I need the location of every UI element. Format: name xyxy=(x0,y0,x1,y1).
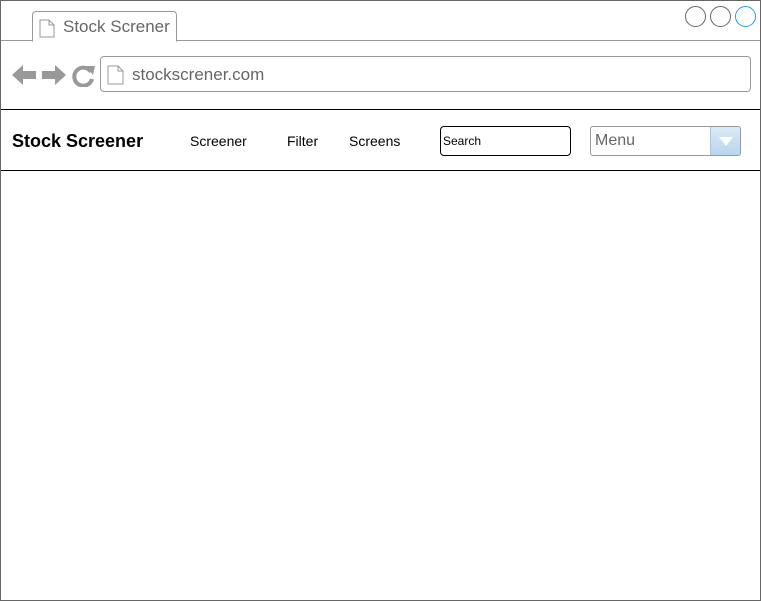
browser-tab[interactable]: Stock Screner xyxy=(32,11,177,42)
reload-icon[interactable] xyxy=(72,63,96,92)
browser-window: Stock Screner stockscrener.com Stock Scr… xyxy=(0,0,761,601)
tab-title: Stock Screner xyxy=(63,17,170,36)
arrow-left-icon[interactable] xyxy=(11,63,37,92)
chevron-down-icon xyxy=(719,137,733,146)
page-icon xyxy=(107,65,124,90)
menu-selected-label: Menu xyxy=(595,132,636,149)
page-icon xyxy=(39,19,55,43)
nav-link-screener[interactable]: Screener xyxy=(190,133,247,149)
dropdown-arrow-icon[interactable] xyxy=(710,127,740,155)
main-content xyxy=(1,172,760,600)
url-field[interactable]: stockscrener.com xyxy=(100,56,751,92)
url-text: stockscrener.com xyxy=(132,65,265,84)
app-navbar: Stock Screener Screener Filter Screens M… xyxy=(1,111,760,171)
tab-strip: Stock Screner xyxy=(1,1,760,42)
minimize-button[interactable] xyxy=(685,6,706,27)
brand-title: Stock Screener xyxy=(12,131,144,151)
nav-link-screens[interactable]: Screens xyxy=(349,133,400,149)
search-input[interactable] xyxy=(440,126,571,156)
close-button[interactable] xyxy=(735,6,756,27)
menu-dropdown[interactable]: Menu xyxy=(590,126,741,156)
maximize-button[interactable] xyxy=(710,6,731,27)
nav-link-filter[interactable]: Filter xyxy=(287,133,318,149)
address-bar-row: stockscrener.com xyxy=(1,42,760,110)
arrow-right-icon[interactable] xyxy=(41,63,67,92)
